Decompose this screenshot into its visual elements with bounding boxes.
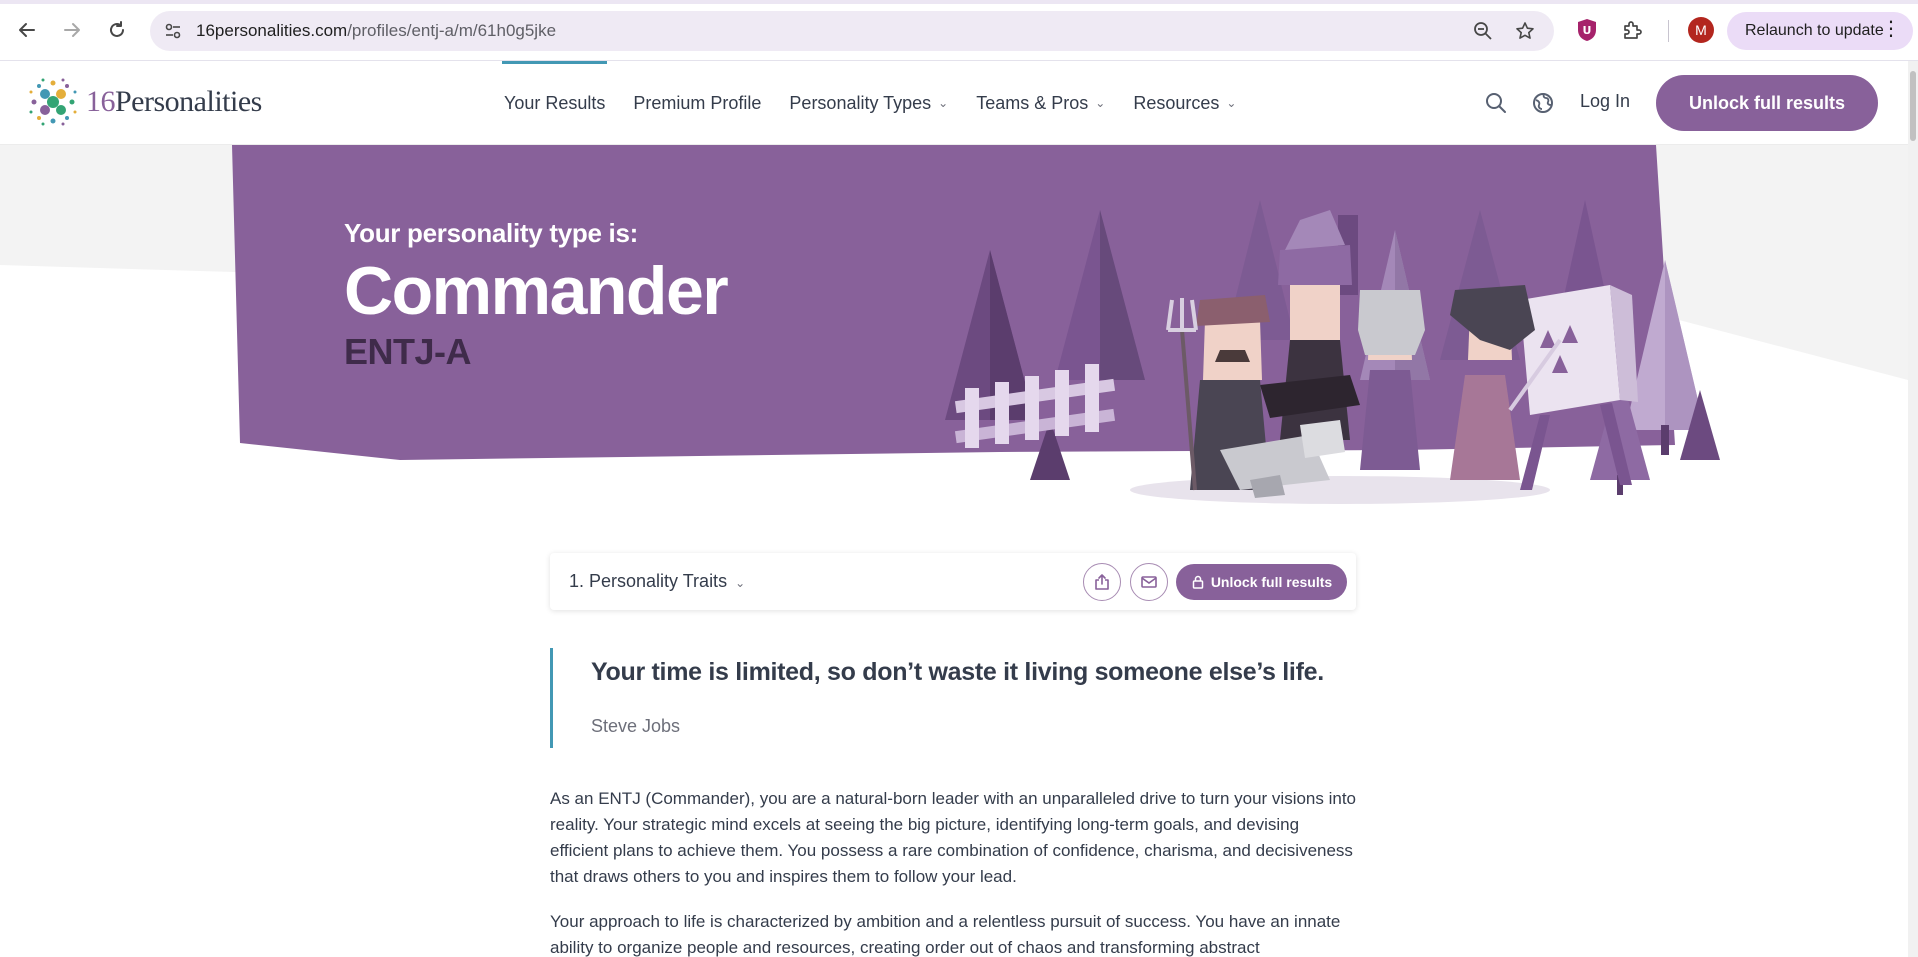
logo-wordmark: 16Personalities	[86, 85, 262, 119]
hero-text: Your personality type is: Commander ENTJ…	[344, 218, 729, 373]
quote-author: Steve Jobs	[591, 716, 681, 736]
tab-strip-edge	[0, 0, 1918, 4]
share-button[interactable]	[1083, 563, 1121, 601]
arrow-left-icon	[19, 23, 35, 37]
svg-text:U: U	[1583, 24, 1592, 37]
nav-label: Personality Types	[789, 92, 932, 113]
bookmark-star-icon[interactable]	[1512, 18, 1538, 44]
mail-icon	[1141, 576, 1157, 588]
ublock-extension-icon[interactable]: U	[1573, 16, 1601, 44]
extensions-puzzle-icon[interactable]	[1619, 16, 1647, 44]
browser-toolbar: 16personalities.com/profiles/entj-a/m/61…	[0, 0, 1918, 61]
url-host: 16personalities.com	[196, 21, 348, 40]
main-navigation: Your Results Premium Profile Personality…	[501, 61, 1264, 145]
relaunch-update-button[interactable]: Relaunch to update ⋮	[1727, 12, 1913, 50]
profile-avatar[interactable]: M	[1688, 17, 1714, 43]
zoom-icon[interactable]	[1470, 18, 1496, 44]
reload-button[interactable]	[100, 13, 134, 47]
page-scrollbar[interactable]	[1908, 61, 1918, 957]
personality-title: Commander	[344, 253, 729, 329]
logo-dots-icon	[29, 78, 77, 126]
toolbar-separator	[1668, 20, 1669, 42]
quote-block: Your time is limited, so don’t waste it …	[550, 648, 1356, 748]
unlock-full-results-button[interactable]: Unlock full results	[1656, 75, 1878, 131]
address-bar[interactable]: 16personalities.com/profiles/entj-a/m/61…	[150, 11, 1554, 51]
chevron-down-icon: ⌄	[938, 96, 949, 110]
nav-label: Resources	[1133, 92, 1220, 113]
hero-label: Your personality type is:	[344, 218, 638, 248]
personality-code: ENTJ-A	[344, 331, 472, 372]
section-dropdown-label: 1. Personality Traits	[569, 571, 728, 591]
search-icon[interactable]	[1481, 88, 1511, 118]
chevron-down-icon: ⌄	[735, 576, 746, 590]
nav-label: Premium Profile	[633, 92, 762, 113]
nav-personality-types[interactable]: Personality Types ⌄	[789, 61, 948, 145]
quote-text: Your time is limited, so don’t waste it …	[591, 658, 1324, 686]
login-link[interactable]: Log In	[1580, 91, 1630, 112]
section-dropdown[interactable]: 1. Personality Traits ⌄	[569, 571, 745, 592]
logo-word: Personalities	[115, 85, 262, 118]
scrollbar-thumb[interactable]	[1910, 71, 1916, 141]
site-header: 16Personalities Your Results Premium Pro…	[0, 61, 1908, 145]
forward-button[interactable]	[55, 13, 89, 47]
nav-teams-pros[interactable]: Teams & Pros ⌄	[976, 61, 1105, 145]
nav-premium-profile[interactable]: Premium Profile	[633, 61, 761, 145]
nav-your-results[interactable]: Your Results	[501, 61, 608, 145]
commander-illustration	[945, 200, 1730, 516]
back-button[interactable]	[10, 13, 44, 47]
relaunch-label: Relaunch to update	[1745, 22, 1884, 39]
url-text[interactable]: 16personalities.com/profiles/entj-a/m/61…	[196, 21, 556, 41]
globe-icon[interactable]	[1528, 88, 1558, 118]
url-path: /profiles/entj-a/m/61h0g5jke	[347, 21, 557, 40]
site-settings-icon[interactable]	[162, 20, 184, 42]
unlock-small-label: Unlock full results	[1210, 574, 1333, 590]
email-button[interactable]	[1130, 563, 1168, 601]
share-icon	[1095, 574, 1109, 590]
chevron-down-icon: ⌄	[1226, 96, 1237, 110]
profile-description: As an ENTJ (Commander), you are a natura…	[550, 786, 1360, 957]
arrow-right-icon	[64, 23, 80, 37]
chevron-down-icon: ⌄	[1095, 96, 1106, 110]
lock-icon	[1192, 575, 1204, 589]
more-vert-icon[interactable]: ⋮	[1881, 19, 1901, 39]
unlock-full-results-small-button[interactable]: Unlock full results	[1176, 564, 1347, 600]
section-toolbar: 1. Personality Traits ⌄ Unlock full resul…	[550, 553, 1356, 610]
body-paragraph: As an ENTJ (Commander), you are a natura…	[550, 789, 1357, 886]
nav-label: Teams & Pros	[976, 92, 1089, 113]
nav-label: Your Results	[504, 92, 606, 113]
nav-resources[interactable]: Resources ⌄	[1133, 61, 1236, 145]
reload-icon	[110, 21, 124, 37]
logo-number: 16	[86, 85, 116, 118]
site-logo[interactable]: 16Personalities	[26, 75, 262, 129]
body-paragraph: Your approach to life is characterized b…	[550, 912, 1341, 957]
